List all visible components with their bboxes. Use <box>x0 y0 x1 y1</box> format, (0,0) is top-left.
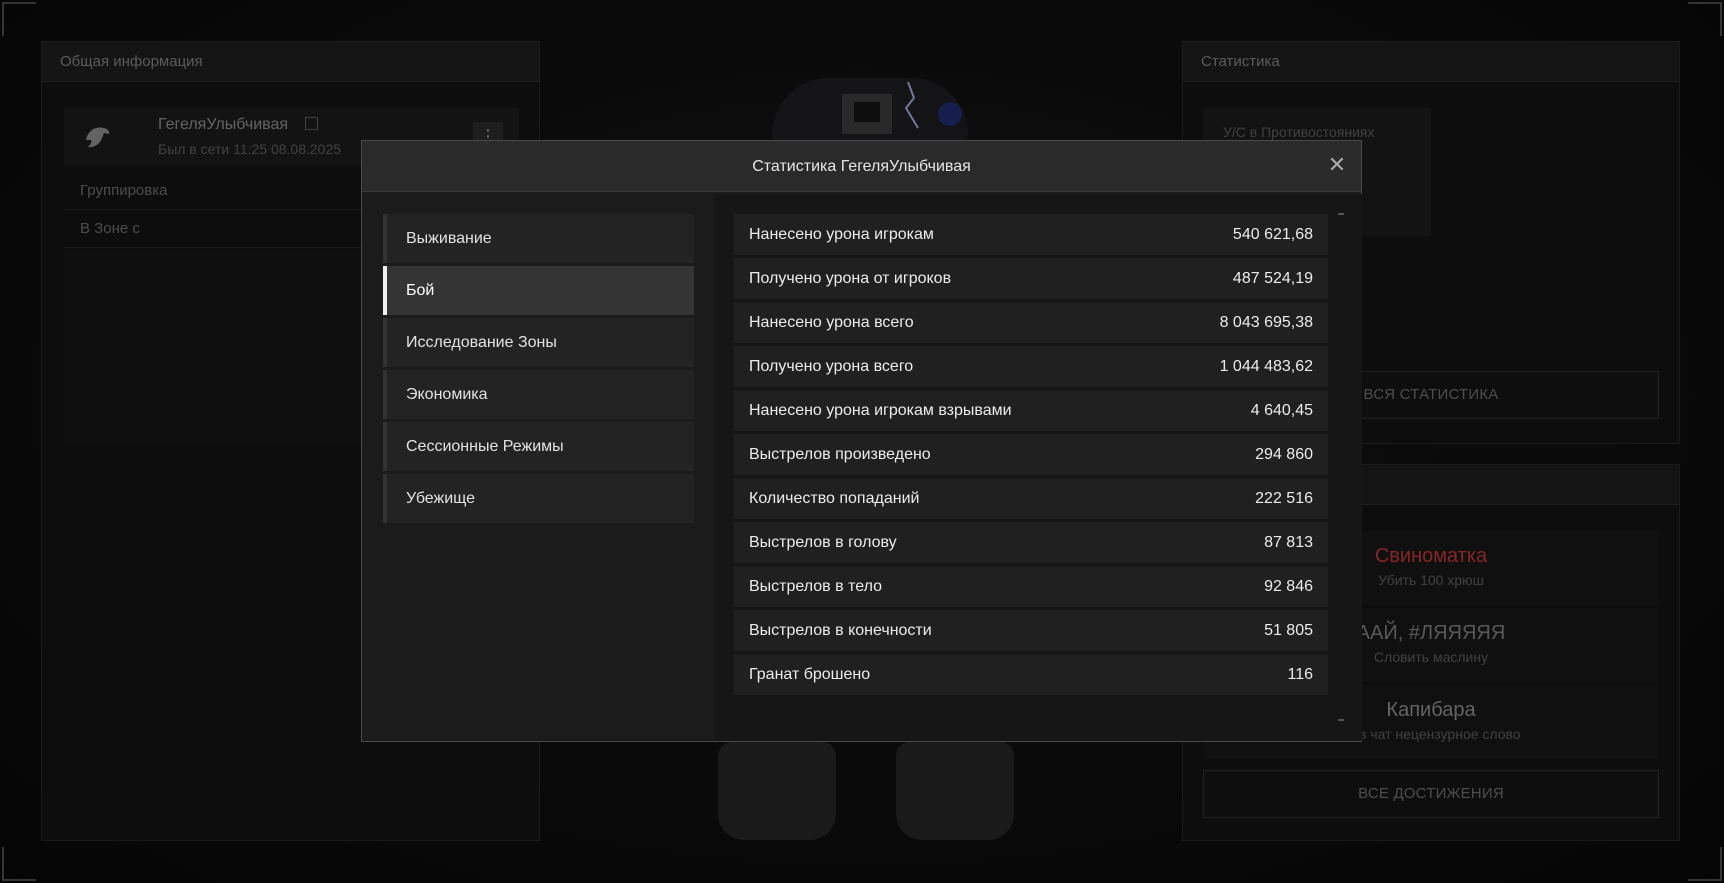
stat-label: Гранат брошено <box>749 665 871 683</box>
stat-label: Количество попаданий <box>749 489 920 507</box>
stat-value: 4 640,45 <box>1250 401 1313 419</box>
stat-label: Получено урона всего <box>749 357 914 375</box>
category-economy[interactable]: Экономика <box>383 370 694 419</box>
stat-value: 294 860 <box>1255 445 1313 463</box>
stats-content: Нанесено урона игрокам 540 621,68 Получен… <box>714 194 1362 741</box>
stat-value: 487 524,19 <box>1232 269 1313 287</box>
scroll-bottom-marker <box>1338 719 1344 721</box>
stat-value: 92 846 <box>1264 577 1313 595</box>
stat-row: Количество попаданий 222 516 <box>734 478 1328 519</box>
stat-row: Получено урона от игроков 487 524,19 <box>734 258 1328 299</box>
stat-row: Выстрелов произведено 294 860 <box>734 434 1328 475</box>
game-screen: Общая информация ГегеляУлыбчивая Был в с… <box>0 0 1724 883</box>
stat-label: Нанесено урона игрокам <box>749 225 934 243</box>
stat-value: 87 813 <box>1264 533 1313 551</box>
stat-label: Выстрелов произведено <box>749 445 931 463</box>
modal-title: Статистика ГегеляУлыбчивая <box>362 141 1361 192</box>
category-combat[interactable]: Бой <box>383 266 694 315</box>
stat-row: Выстрелов в конечности 51 805 <box>734 610 1328 651</box>
stat-row: Нанесено урона игрокам взрывами 4 640,45 <box>734 390 1328 431</box>
statistics-modal: Статистика ГегеляУлыбчивая ✕ Выживание Б… <box>361 140 1362 742</box>
stat-value: 51 805 <box>1264 621 1313 639</box>
category-survival[interactable]: Выживание <box>383 214 694 263</box>
stat-label: Выстрелов в голову <box>749 533 897 551</box>
stat-label: Нанесено урона всего <box>749 313 914 331</box>
close-icon[interactable]: ✕ <box>1327 154 1347 176</box>
stat-value: 540 621,68 <box>1232 225 1313 243</box>
stats-list: Нанесено урона игрокам 540 621,68 Получен… <box>734 214 1328 698</box>
stat-value: 116 <box>1287 665 1313 683</box>
category-sidebar: Выживание Бой Исследование Зоны Экономик… <box>383 214 694 526</box>
stat-row: Нанесено урона всего 8 043 695,38 <box>734 302 1328 343</box>
stat-value: 8 043 695,38 <box>1219 313 1313 331</box>
stat-label: Выстрелов в тело <box>749 577 882 595</box>
stat-row: Выстрелов в голову 87 813 <box>734 522 1328 563</box>
stat-label: Получено урона от игроков <box>749 269 952 287</box>
stat-value: 1 044 483,62 <box>1219 357 1313 375</box>
stat-row: Гранат брошено 116 <box>734 654 1328 695</box>
stat-row: Получено урона всего 1 044 483,62 <box>734 346 1328 387</box>
category-zone-exploration[interactable]: Исследование Зоны <box>383 318 694 367</box>
scroll-top-marker <box>1338 213 1344 215</box>
stat-row: Нанесено урона игрокам 540 621,68 <box>734 214 1328 255</box>
stat-row: Выстрелов в тело 92 846 <box>734 566 1328 607</box>
category-session-modes[interactable]: Сессионные Режимы <box>383 422 694 471</box>
stat-value: 222 516 <box>1255 489 1313 507</box>
category-shelter[interactable]: Убежище <box>383 474 694 523</box>
stat-label: Выстрелов в конечности <box>749 621 932 639</box>
stat-label: Нанесено урона игрокам взрывами <box>749 401 1012 419</box>
